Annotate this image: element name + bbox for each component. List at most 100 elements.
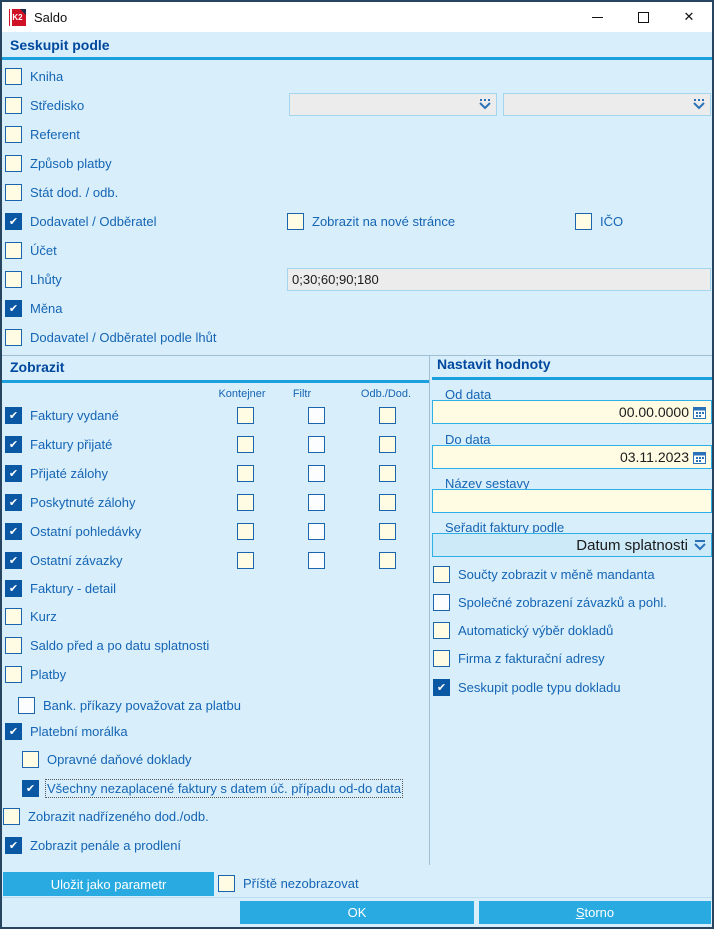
filtr-checkbox[interactable]	[308, 523, 325, 540]
odb-dod-checkbox[interactable]	[379, 552, 396, 569]
checkbox[interactable]	[5, 436, 22, 453]
checkbox[interactable]	[5, 97, 22, 114]
sort-by-dropdown[interactable]: Datum splatnosti	[432, 533, 712, 557]
odb-dod-checkbox[interactable]	[379, 494, 396, 511]
minimize-button[interactable]	[574, 2, 620, 32]
checkbox[interactable]	[22, 751, 39, 768]
checkbox[interactable]	[5, 465, 22, 482]
checkbox[interactable]	[5, 155, 22, 172]
checkbox-row-faktury-prijate[interactable]: Faktury přijaté	[5, 436, 112, 453]
checkbox-row-lhuty[interactable]: Lhůty	[5, 271, 62, 288]
checkbox-row-priste-nezobrazovat[interactable]: Příště nezobrazovat	[218, 875, 359, 892]
close-button[interactable]: ✕	[666, 2, 712, 32]
filtr-checkbox[interactable]	[308, 465, 325, 482]
save-as-parameter-button[interactable]: Uložit jako parametr	[3, 872, 214, 896]
checkbox-row-platby[interactable]: Platby	[5, 666, 66, 683]
kontejner-checkbox[interactable]	[237, 465, 254, 482]
checkbox[interactable]	[18, 697, 35, 714]
checkbox[interactable]	[5, 837, 22, 854]
checkbox-row-zobrazit-nadrizeneho[interactable]: Zobrazit nadřízeného dod./odb.	[3, 808, 209, 825]
checkbox[interactable]	[5, 552, 22, 569]
checkbox-row-zpusob-platby[interactable]: Způsob platby	[5, 155, 112, 172]
stredisko-combo-2[interactable]	[503, 93, 711, 116]
checkbox[interactable]	[433, 566, 450, 583]
odb-dod-checkbox[interactable]	[379, 523, 396, 540]
checkbox[interactable]	[5, 184, 22, 201]
checkbox[interactable]	[5, 580, 22, 597]
checkbox-row-ucet[interactable]: Účet	[5, 242, 57, 259]
checkbox[interactable]	[5, 242, 22, 259]
checkbox[interactable]	[5, 68, 22, 85]
checkbox[interactable]	[433, 679, 450, 696]
kontejner-checkbox[interactable]	[237, 436, 254, 453]
checkbox-row-kurz[interactable]: Kurz	[5, 608, 57, 625]
checkbox[interactable]	[5, 523, 22, 540]
kontejner-checkbox[interactable]	[237, 552, 254, 569]
checkbox[interactable]	[575, 213, 592, 230]
checkbox-row-faktury-detail[interactable]: Faktury - detail	[5, 580, 116, 597]
checkbox-row-dodavatel-podle-lhut[interactable]: Dodavatel / Odběratel podle lhůt	[5, 329, 216, 346]
kontejner-checkbox[interactable]	[237, 407, 254, 424]
checkbox-row-saldo-pred-po[interactable]: Saldo před a po datu splatnosti	[5, 637, 209, 654]
checkbox-row-referent[interactable]: Referent	[5, 126, 80, 143]
lhuty-input[interactable]: 0;30;60;90;180	[287, 268, 711, 291]
checkbox[interactable]	[22, 780, 39, 797]
checkbox[interactable]	[5, 723, 22, 740]
checkbox-row-vsechny-nezaplacene[interactable]: Všechny nezaplacené faktury s datem úč. …	[22, 779, 404, 798]
report-name-input[interactable]	[432, 489, 712, 513]
odb-dod-checkbox[interactable]	[379, 465, 396, 482]
checkbox-row-platebni-moralka[interactable]: Platební morálka	[5, 723, 128, 740]
maximize-button[interactable]	[620, 2, 666, 32]
ok-button[interactable]: OK	[240, 901, 474, 924]
checkbox[interactable]	[5, 666, 22, 683]
filtr-checkbox[interactable]	[308, 552, 325, 569]
checkbox-row-stredisko[interactable]: Středisko	[5, 97, 84, 114]
checkbox-row-prijate-zalohy[interactable]: Přijaté zálohy	[5, 465, 108, 482]
checkbox-label: Zobrazit na nové stránce	[312, 214, 456, 229]
checkbox-row-soucty-mandanta[interactable]: Součty zobrazit v měně mandanta	[433, 566, 655, 583]
odb-dod-checkbox[interactable]	[379, 407, 396, 424]
checkbox[interactable]	[433, 594, 450, 611]
filtr-checkbox[interactable]	[308, 494, 325, 511]
checkbox-row-faktury-vydane[interactable]: Faktury vydané	[5, 407, 119, 424]
checkbox[interactable]	[5, 637, 22, 654]
checkbox-row-new-page[interactable]: Zobrazit na nové stránce	[287, 213, 455, 230]
checkbox-row-dodavatel-odberatel[interactable]: Dodavatel / Odběratel	[5, 213, 156, 230]
checkbox-row-bank-prikazy[interactable]: Bank. příkazy považovat za platbu	[18, 697, 241, 714]
checkbox-row-opravne-danove[interactable]: Opravné daňové doklady	[22, 751, 192, 768]
filtr-checkbox[interactable]	[308, 436, 325, 453]
checkbox-row-stat-dod-odb[interactable]: Stát dod. / odb.	[5, 184, 118, 201]
checkbox[interactable]	[433, 622, 450, 639]
stredisko-combo-1[interactable]	[289, 93, 497, 116]
checkbox-row-zobrazit-penale[interactable]: Zobrazit penále a prodlení	[5, 837, 181, 854]
checkbox-row-seskupit-typ-dokladu[interactable]: Seskupit podle typu dokladu	[433, 679, 621, 696]
checkbox[interactable]	[5, 213, 22, 230]
checkbox[interactable]	[5, 271, 22, 288]
checkbox[interactable]	[3, 808, 20, 825]
checkbox-row-automaticky-vyber[interactable]: Automatický výběr dokladů	[433, 622, 613, 639]
checkbox-row-spolecne-zobrazeni[interactable]: Společné zobrazení závazků a pohl.	[433, 594, 667, 611]
checkbox[interactable]	[5, 608, 22, 625]
checkbox[interactable]	[5, 300, 22, 317]
checkbox[interactable]	[218, 875, 235, 892]
checkbox-row-ostatni-pohledavky[interactable]: Ostatní pohledávky	[5, 523, 141, 540]
checkbox[interactable]	[5, 494, 22, 511]
checkbox[interactable]	[5, 407, 22, 424]
checkbox-row-mena[interactable]: Měna	[5, 300, 63, 317]
filtr-checkbox[interactable]	[308, 407, 325, 424]
storno-button[interactable]: Storno	[479, 901, 711, 924]
checkbox[interactable]	[287, 213, 304, 230]
kontejner-checkbox[interactable]	[237, 523, 254, 540]
checkbox-row-kniha[interactable]: Kniha	[5, 68, 63, 85]
checkbox[interactable]	[5, 126, 22, 143]
from-date-input[interactable]: 00.00.0000	[432, 400, 712, 424]
checkbox[interactable]	[5, 329, 22, 346]
kontejner-checkbox[interactable]	[237, 494, 254, 511]
to-date-input[interactable]: 03.11.2023	[432, 445, 712, 469]
checkbox-row-firma-fakturacni[interactable]: Firma z fakturační adresy	[433, 650, 605, 667]
odb-dod-checkbox[interactable]	[379, 436, 396, 453]
checkbox-row-poskytnute-zalohy[interactable]: Poskytnuté zálohy	[5, 494, 136, 511]
checkbox-row-ico[interactable]: IČO	[575, 213, 623, 230]
checkbox[interactable]	[433, 650, 450, 667]
checkbox-row-ostatni-zavazky[interactable]: Ostatní závazky	[5, 552, 122, 569]
